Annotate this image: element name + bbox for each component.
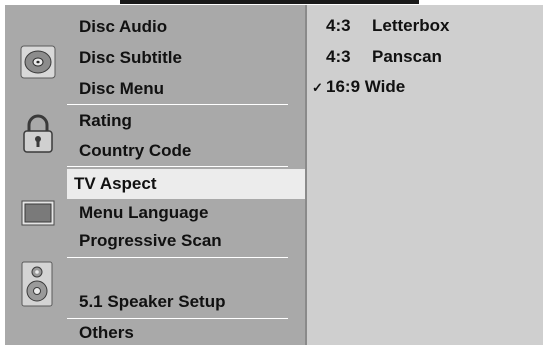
menu-divider	[67, 257, 288, 258]
option-ratio: 4:3	[326, 16, 351, 35]
menu-item-menu-language[interactable]: Menu Language	[67, 198, 208, 228]
category-icons	[7, 5, 67, 345]
menu-item-others[interactable]: Others	[67, 318, 134, 348]
menu-item-disc-audio[interactable]: Disc Audio	[67, 12, 167, 42]
option-ratio: 4:3	[326, 47, 351, 66]
tv-screen-icon[interactable]	[21, 200, 55, 226]
option-label: Wide	[364, 77, 406, 96]
option-wide[interactable]: ✓ 16:9 Wide	[312, 73, 406, 101]
menu-item-disc-menu[interactable]: Disc Menu	[67, 74, 164, 104]
menu-item-country-code[interactable]: Country Code	[67, 136, 191, 166]
checkmark-icon: ✓	[312, 80, 323, 95]
option-panscan[interactable]: 4:3 Panscan	[326, 43, 442, 71]
menu-item-disc-subtitle[interactable]: Disc Subtitle	[67, 43, 182, 73]
speaker-icon[interactable]	[21, 261, 53, 307]
menu-item-tv-aspect[interactable]: TV Aspect	[67, 169, 310, 199]
menu-divider	[67, 104, 288, 105]
dvd-setup-screen: Disc Audio Disc Subtitle Disc Menu Ratin…	[0, 0, 544, 347]
menu-item-progressive-scan[interactable]: Progressive Scan	[67, 226, 222, 256]
option-ratio: 16:9	[326, 77, 361, 96]
disc-icon[interactable]	[20, 45, 56, 79]
option-letterbox[interactable]: 4:3 Letterbox	[326, 12, 449, 40]
top-accent-bar	[120, 0, 419, 4]
menu-divider	[67, 166, 288, 167]
lock-icon[interactable]	[21, 114, 55, 154]
menu-item-speaker-setup[interactable]: 5.1 Speaker Setup	[67, 287, 225, 317]
option-label: Letterbox	[372, 16, 450, 35]
menu-item-rating[interactable]: Rating	[67, 106, 132, 136]
option-label: Panscan	[372, 47, 442, 66]
